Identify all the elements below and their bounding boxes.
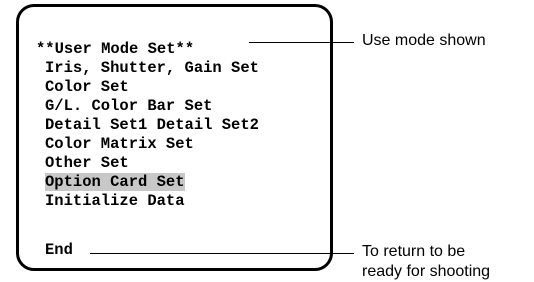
use-mode-annotation: Use mode shown bbox=[362, 32, 486, 49]
menu-item-end[interactable]: End bbox=[45, 241, 73, 260]
use-mode-leader-line bbox=[249, 42, 354, 43]
return-annotation-line1: To return to be bbox=[362, 243, 466, 260]
menu-list: **User Mode Set** Iris, Shutter, Gain Se… bbox=[36, 40, 259, 211]
return-leader-line bbox=[90, 253, 354, 254]
menu-item-color-set[interactable]: Color Set bbox=[36, 78, 259, 97]
menu-item-option-card-set[interactable]: Option Card Set bbox=[36, 173, 259, 192]
menu-item-color-bar-set[interactable]: G/L. Color Bar Set bbox=[36, 97, 259, 116]
menu-item-color-matrix-set[interactable]: Color Matrix Set bbox=[36, 135, 259, 154]
menu-item-other-set[interactable]: Other Set bbox=[36, 154, 259, 173]
menu-item-iris-shutter-gain[interactable]: Iris, Shutter, Gain Set bbox=[36, 59, 259, 78]
menu-item-initialize-data[interactable]: Initialize Data bbox=[36, 192, 259, 211]
menu-screen-frame: **User Mode Set** Iris, Shutter, Gain Se… bbox=[16, 4, 333, 271]
menu-item-detail-set[interactable]: Detail Set1 Detail Set2 bbox=[36, 116, 259, 135]
menu-title: **User Mode Set** bbox=[36, 40, 195, 58]
return-annotation-line2: ready for shooting bbox=[362, 263, 491, 280]
